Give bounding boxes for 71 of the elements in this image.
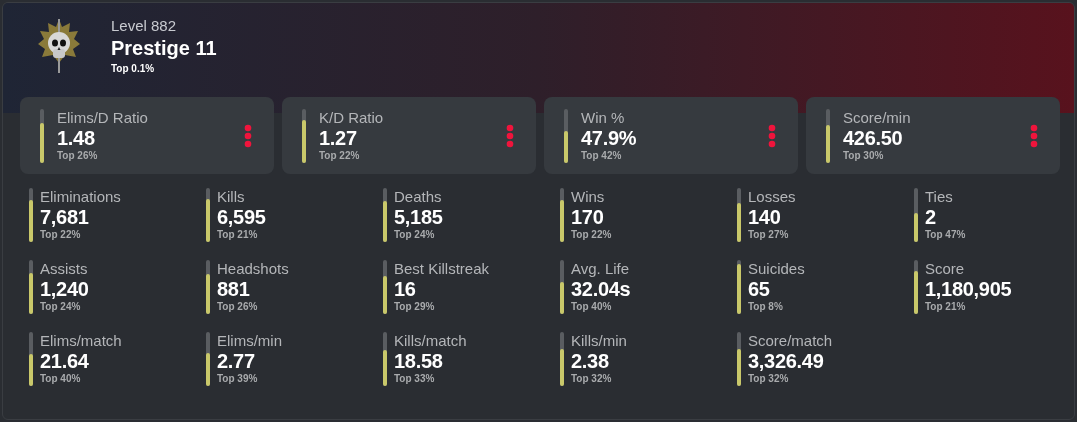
percentile-text: Top 24% (394, 228, 436, 242)
percentile-text: Top 29% (394, 300, 436, 314)
percentile-text: Top 30% (843, 148, 885, 163)
percentile-text: Top 27% (748, 228, 790, 242)
percentile-text: Top 40% (40, 372, 82, 386)
stat-label: Wins (571, 188, 606, 206)
stat-value: 140 (748, 206, 782, 228)
stat-value: 1.27 (319, 126, 358, 149)
stat-value: 3,326.49 (748, 350, 825, 372)
stat-label: Win % (581, 108, 626, 127)
stat-value: 426.50 (843, 126, 904, 149)
stat-label: Kills/min (571, 332, 627, 350)
percentile-text: Top 32% (571, 372, 613, 386)
stat-label: Score/match (748, 332, 833, 350)
percentile-text: Top 22% (319, 148, 361, 163)
stat-value: 6,595 (217, 206, 266, 228)
stat-value: 1.48 (57, 126, 96, 149)
stat-label: Kills/match (394, 332, 467, 350)
stat-label: K/D Ratio (319, 108, 384, 127)
stat-label: Ties (925, 188, 954, 206)
stat-label: Suicides (748, 260, 805, 278)
percentile-text: Top 24% (40, 300, 82, 314)
stat-label: Best Killstreak (394, 260, 490, 278)
percentile-text: Top 21% (217, 228, 259, 242)
stat-value: 21.64 (40, 350, 90, 372)
percentile-text: Top 22% (571, 228, 612, 242)
stat-label: Kills (217, 188, 246, 206)
percentile-text: Top 8% (748, 300, 784, 314)
stat-label: Elims/min (217, 332, 282, 350)
stat-value: 1,180,905 (925, 278, 1012, 300)
stat-value: 32.04s (571, 278, 631, 300)
stat-value: 16 (394, 278, 417, 300)
stat-label: Score (925, 260, 966, 278)
percentile-text: Top 0.1% (111, 62, 156, 76)
stat-value: 7,681 (40, 206, 90, 228)
percentile-text: Top 40% (571, 300, 613, 314)
more-options-icon[interactable] (506, 123, 514, 148)
percentile-text: Top 42% (581, 148, 623, 163)
stat-value: 65 (748, 278, 771, 300)
more-options-icon[interactable] (244, 123, 252, 148)
stat-label: Headshots (217, 260, 289, 278)
stat-label: Eliminations (40, 188, 121, 206)
stat-value: 2.38 (571, 350, 610, 372)
percentile-text: Top 21% (925, 300, 967, 314)
level-text: Level 882 (111, 17, 178, 35)
percentile-text: Top 32% (748, 372, 790, 386)
stat-label: Assists (40, 260, 89, 278)
stat-value: 1,240 (40, 278, 89, 300)
percentile-text: Top 47% (925, 228, 966, 242)
more-options-icon[interactable] (1030, 123, 1038, 148)
stat-value: 2.77 (217, 350, 256, 372)
stat-value: 170 (571, 206, 605, 228)
stat-label: Elims/D Ratio (57, 108, 148, 127)
percentile-text: Top 22% (40, 228, 82, 242)
stat-value: 18.58 (394, 350, 444, 372)
skull-emblem-icon (37, 17, 81, 75)
stat-label: Avg. Life (571, 260, 631, 278)
stat-label: Losses (748, 188, 796, 206)
stat-label: Deaths (394, 188, 443, 206)
percentile-text: Top 26% (217, 300, 259, 314)
more-options-icon[interactable] (768, 123, 776, 148)
stat-value: 2 (925, 206, 937, 228)
prestige-title: Prestige 11 (111, 36, 217, 61)
percentile-text: Top 26% (57, 148, 99, 163)
percentile-text: Top 39% (217, 372, 259, 386)
stat-value: 47.9% (581, 126, 637, 149)
stat-value: 5,185 (394, 206, 443, 228)
percentile-text: Top 33% (394, 372, 436, 386)
stat-label: Score/min (843, 108, 911, 127)
stat-value: 881 (217, 278, 251, 300)
stat-label: Elims/match (40, 332, 122, 350)
